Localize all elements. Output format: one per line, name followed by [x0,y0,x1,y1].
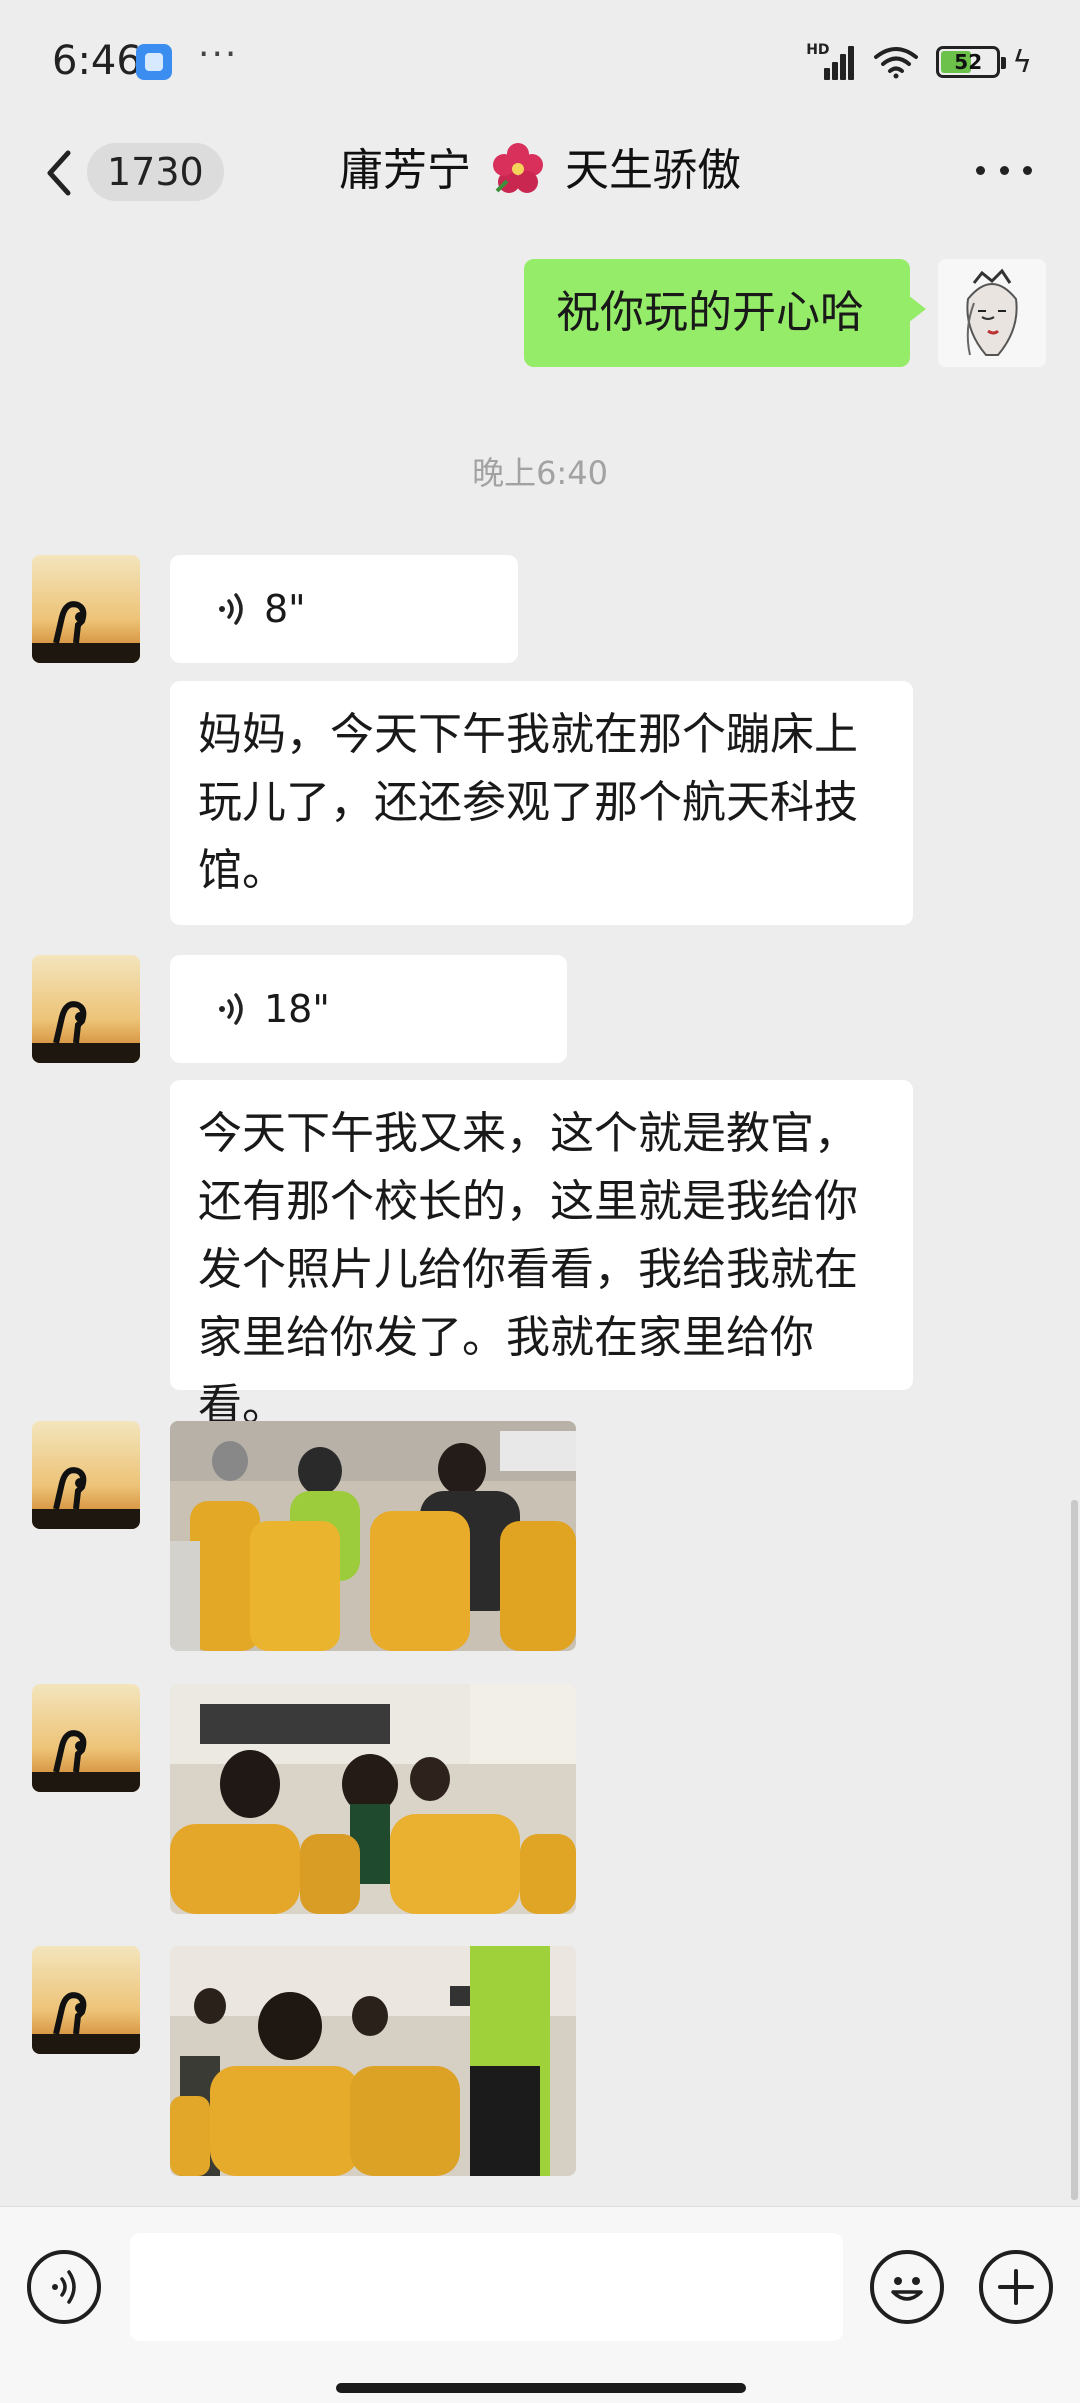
contact-avatar[interactable] [32,1946,140,2054]
status-icons: HD 52 ϟ [806,42,1032,82]
contact-avatar[interactable] [32,1421,140,1529]
battery-icon: 52 [936,46,1007,78]
contact-avatar[interactable] [32,1684,140,1792]
input-bar [0,2206,1080,2403]
message-text: 今天下午我又来，这个就是教官，还有那个校长的，这里就是我给你发个照片儿给你看看，… [198,1108,858,1431]
photo-message[interactable] [170,1421,576,1651]
status-time: 6:46 [52,38,142,84]
chat-title[interactable]: 庸芳宁 天生骄傲 [0,139,1080,203]
hibiscus-icon [493,143,543,193]
outgoing-message[interactable]: 祝你玩的开心哈 [524,259,926,367]
voice-wave-icon [219,993,243,1025]
more-horizontal-icon[interactable] [976,155,1032,185]
chat-screen: 6:46 ··· HD 52 ϟ 1730 庸芳宁 天生骄傲 祝你玩的开心哈 晚… [0,0,1080,2403]
voice-transcript[interactable]: 妈妈，今天下午我就在那个蹦床上玩儿了，还还参观了那个航天科技馆。 [170,681,913,925]
plus-icon[interactable] [979,2250,1053,2324]
voice-message[interactable]: 18" [170,955,567,1063]
voice-duration: 18" [264,987,330,1031]
photo-message[interactable] [170,1946,576,2176]
voice-duration: 8" [264,587,306,631]
voice-icon[interactable] [27,2250,101,2324]
contact-avatar[interactable] [32,555,140,663]
contact-avatar[interactable] [32,955,140,1063]
voice-transcript[interactable]: 今天下午我又来，这个就是教官，还有那个校长的，这里就是我给你发个照片儿给你看看，… [170,1080,913,1431]
contact-signature: 天生骄傲 [565,145,741,196]
battery-level: 52 [954,50,983,74]
photo-message[interactable] [170,1684,576,1914]
message-text: 妈妈，今天下午我就在那个蹦床上玩儿了，还还参观了那个航天科技馆。 [198,709,858,896]
status-bar: 6:46 ··· HD 52 ϟ [0,0,1080,125]
voice-wave-icon [219,593,243,625]
contact-name: 庸芳宁 [339,145,471,196]
emoji-icon[interactable] [870,2250,944,2324]
cellular-signal-icon: HD [806,42,856,80]
network-label: HD [806,42,830,58]
scrollbar[interactable] [1071,1500,1078,2200]
home-indicator[interactable] [336,2383,746,2393]
charging-icon: ϟ [1012,44,1032,80]
wifi-icon [874,47,919,79]
status-more-icon: ··· [198,34,239,75]
chat-header: 1730 庸芳宁 天生骄傲 [0,125,1080,220]
message-timestamp: 晚上6:40 [472,454,608,492]
message-input[interactable] [130,2233,843,2341]
message-text: 祝你玩的开心哈 [556,287,864,338]
notification-app-icon [136,44,172,80]
my-avatar[interactable] [938,259,1046,367]
voice-message[interactable]: 8" [170,555,518,663]
